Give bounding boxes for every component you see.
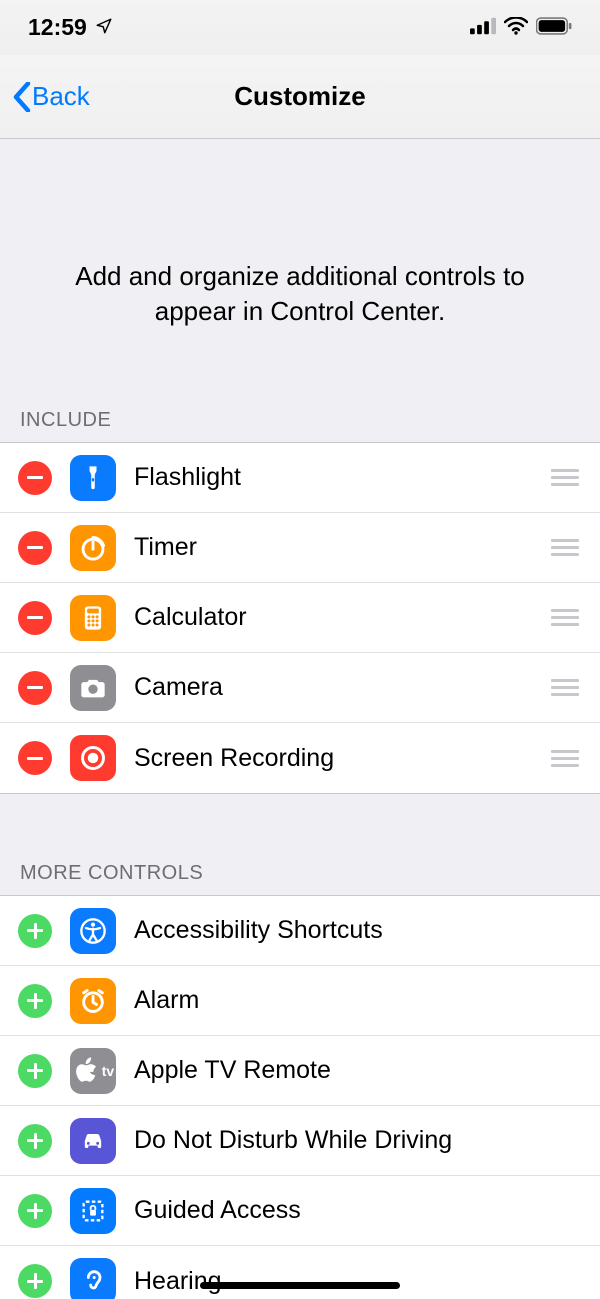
status-time: 12:59 xyxy=(28,14,87,41)
chevron-left-icon xyxy=(12,82,32,112)
record-icon xyxy=(70,735,116,781)
remove-button[interactable] xyxy=(18,601,52,635)
control-row: Accessibility Shortcuts xyxy=(0,896,600,966)
reorder-handle[interactable] xyxy=(548,469,582,486)
timer-icon xyxy=(70,525,116,571)
reorder-handle[interactable] xyxy=(548,750,582,767)
alarm-icon xyxy=(70,978,116,1024)
add-button[interactable] xyxy=(18,1264,52,1298)
control-row: Calculator xyxy=(0,583,600,653)
battery-icon xyxy=(536,14,572,41)
control-label: Guided Access xyxy=(134,1196,582,1225)
add-button[interactable] xyxy=(18,1124,52,1158)
add-button[interactable] xyxy=(18,1054,52,1088)
wifi-icon xyxy=(504,14,528,41)
back-label: Back xyxy=(32,81,90,112)
control-row: Timer xyxy=(0,513,600,583)
camera-icon xyxy=(70,665,116,711)
include-list: Flashlight Timer Calculator Camera Screen Re… xyxy=(0,442,600,794)
control-row: Do Not Disturb While Driving xyxy=(0,1106,600,1176)
add-button[interactable] xyxy=(18,1194,52,1228)
control-row: Camera xyxy=(0,653,600,723)
control-row: tv Apple TV Remote xyxy=(0,1036,600,1106)
navigation-bar: Back Customize xyxy=(0,55,600,139)
control-label: Flashlight xyxy=(134,463,548,492)
calculator-icon xyxy=(70,595,116,641)
cellular-icon xyxy=(470,14,496,41)
control-row: Alarm xyxy=(0,966,600,1036)
control-label: Calculator xyxy=(134,603,548,632)
control-row: Flashlight xyxy=(0,443,600,513)
control-row: Guided Access xyxy=(0,1176,600,1246)
control-label: Alarm xyxy=(134,986,582,1015)
control-label: Camera xyxy=(134,673,548,702)
reorder-handle[interactable] xyxy=(548,539,582,556)
add-button[interactable] xyxy=(18,984,52,1018)
reorder-handle[interactable] xyxy=(548,679,582,696)
add-button[interactable] xyxy=(18,914,52,948)
control-row: Screen Recording xyxy=(0,723,600,793)
accessibility-icon xyxy=(70,908,116,954)
remove-button[interactable] xyxy=(18,671,52,705)
home-indicator[interactable] xyxy=(200,1282,400,1289)
control-label: Accessibility Shortcuts xyxy=(134,916,582,945)
page-title: Customize xyxy=(234,81,365,112)
control-label: Do Not Disturb While Driving xyxy=(134,1126,582,1155)
section-header-include: Include xyxy=(0,389,600,442)
more-controls-list: Accessibility Shortcuts Alarm tv Apple TV R… xyxy=(0,895,600,1299)
control-row: Hearing xyxy=(0,1246,600,1299)
control-label: Screen Recording xyxy=(134,744,548,773)
reorder-handle[interactable] xyxy=(548,609,582,626)
back-button[interactable]: Back xyxy=(12,81,90,112)
appletv-icon: tv xyxy=(70,1048,116,1094)
remove-button[interactable] xyxy=(18,461,52,495)
control-label: Apple TV Remote xyxy=(134,1056,582,1085)
section-header-more: More Controls xyxy=(0,842,600,895)
control-label: Timer xyxy=(134,533,548,562)
flashlight-icon xyxy=(70,455,116,501)
location-icon xyxy=(95,14,113,41)
guided-icon xyxy=(70,1188,116,1234)
status-bar: 12:59 xyxy=(0,0,600,55)
remove-button[interactable] xyxy=(18,531,52,565)
hearing-icon xyxy=(70,1258,116,1299)
remove-button[interactable] xyxy=(18,741,52,775)
car-icon xyxy=(70,1118,116,1164)
page-description: Add and organize additional controls to … xyxy=(0,139,600,389)
